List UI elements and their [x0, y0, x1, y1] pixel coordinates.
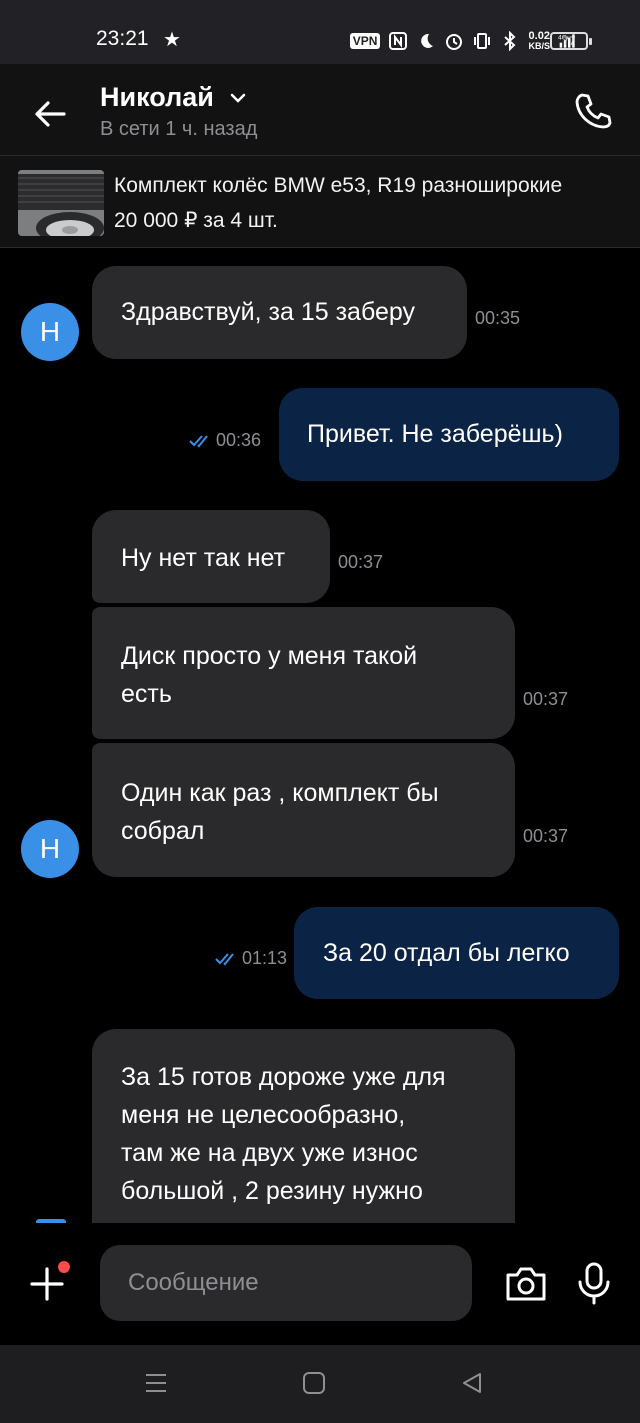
message-text: Привет. Не заберёшь) — [307, 420, 563, 448]
message-time: 00:37 — [338, 552, 384, 572]
moon-icon — [421, 33, 434, 48]
status-bar: 23:21 ★ VPN 0.02 KB/S 4G 77 — [0, 0, 640, 64]
back-triangle-icon[interactable] — [460, 1371, 484, 1395]
message-time: 00:37 — [523, 826, 569, 846]
chevron-down-icon[interactable] — [228, 88, 248, 108]
message-text: Здравствуй, за 15 заберу — [121, 298, 416, 326]
vpn-badge: VPN — [349, 33, 381, 49]
composer — [0, 1223, 640, 1345]
system-nav-bar — [0, 1345, 640, 1423]
message-text: Один как раз , комплект бы собрал — [121, 779, 439, 845]
contact-name[interactable]: Николай — [100, 82, 214, 113]
message-time: 01:13 — [242, 948, 288, 968]
message-time: 00:37 — [523, 689, 569, 709]
message-bubble-outgoing[interactable]: Привет. Не заберёшь) — [279, 388, 619, 481]
listing-title: Комплект колёс BMW e53, R19 разноширокие — [114, 174, 563, 197]
star-icon: ★ — [163, 29, 181, 51]
nfc-icon — [389, 32, 408, 50]
avatar[interactable]: Н — [21, 820, 79, 878]
status-time: 23:21 — [96, 27, 149, 50]
status-icons: VPN 0.02 KB/S 4G — [349, 28, 578, 54]
phone-icon[interactable] — [572, 90, 614, 132]
message-time: 00:35 — [475, 308, 521, 328]
listing-preview[interactable]: Комплект колёс BMW e53, R19 разноширокие… — [0, 156, 640, 248]
message-text: За 15 готов дороже уже для меня не целес… — [121, 1063, 446, 1205]
message-list[interactable]: Н Здравствуй, за 15 заберу 00:35 00:36 П… — [0, 249, 640, 1223]
message-bubble-outgoing[interactable]: За 20 отдал бы легко — [294, 907, 619, 999]
message-text: За 20 отдал бы легко — [323, 939, 570, 967]
vibrate-icon — [474, 33, 491, 49]
net-speed: 0.02 KB/S — [528, 30, 550, 52]
battery-icon: 77 — [550, 32, 592, 50]
back-arrow-icon[interactable] — [30, 94, 70, 134]
message-bubble-incoming[interactable]: За 15 готов дороже уже для меня не целес… — [92, 1029, 515, 1223]
listing-price: 20 000 ₽ за 4 шт. — [114, 209, 278, 232]
message-text: Ну нет так нет — [121, 544, 286, 572]
recent-apps-icon[interactable] — [144, 1371, 168, 1395]
message-text: Диск просто у меня такой есть — [121, 642, 418, 708]
home-icon[interactable] — [302, 1371, 326, 1395]
listing-thumbnail — [18, 170, 104, 236]
chat-header: Николай В сети 1 ч. назад — [0, 64, 640, 156]
avatar[interactable]: Н — [21, 303, 79, 361]
alarm-icon — [446, 34, 463, 50]
notification-dot — [58, 1261, 70, 1273]
read-check-icon — [215, 953, 234, 966]
read-check-icon — [189, 435, 208, 448]
message-input[interactable] — [100, 1245, 472, 1321]
message-bubble-incoming[interactable]: Ну нет так нет — [92, 510, 330, 603]
message-bubble-incoming[interactable]: Диск просто у меня такой есть — [92, 607, 515, 739]
contact-status: В сети 1 ч. назад — [100, 118, 258, 140]
message-bubble-incoming[interactable]: Здравствуй, за 15 заберу — [92, 266, 467, 359]
bluetooth-icon — [504, 31, 516, 51]
microphone-icon[interactable] — [576, 1261, 612, 1305]
message-bubble-incoming[interactable]: Один как раз , комплект бы собрал — [92, 743, 515, 877]
message-time: 00:36 — [216, 430, 262, 450]
camera-icon[interactable] — [504, 1263, 548, 1303]
